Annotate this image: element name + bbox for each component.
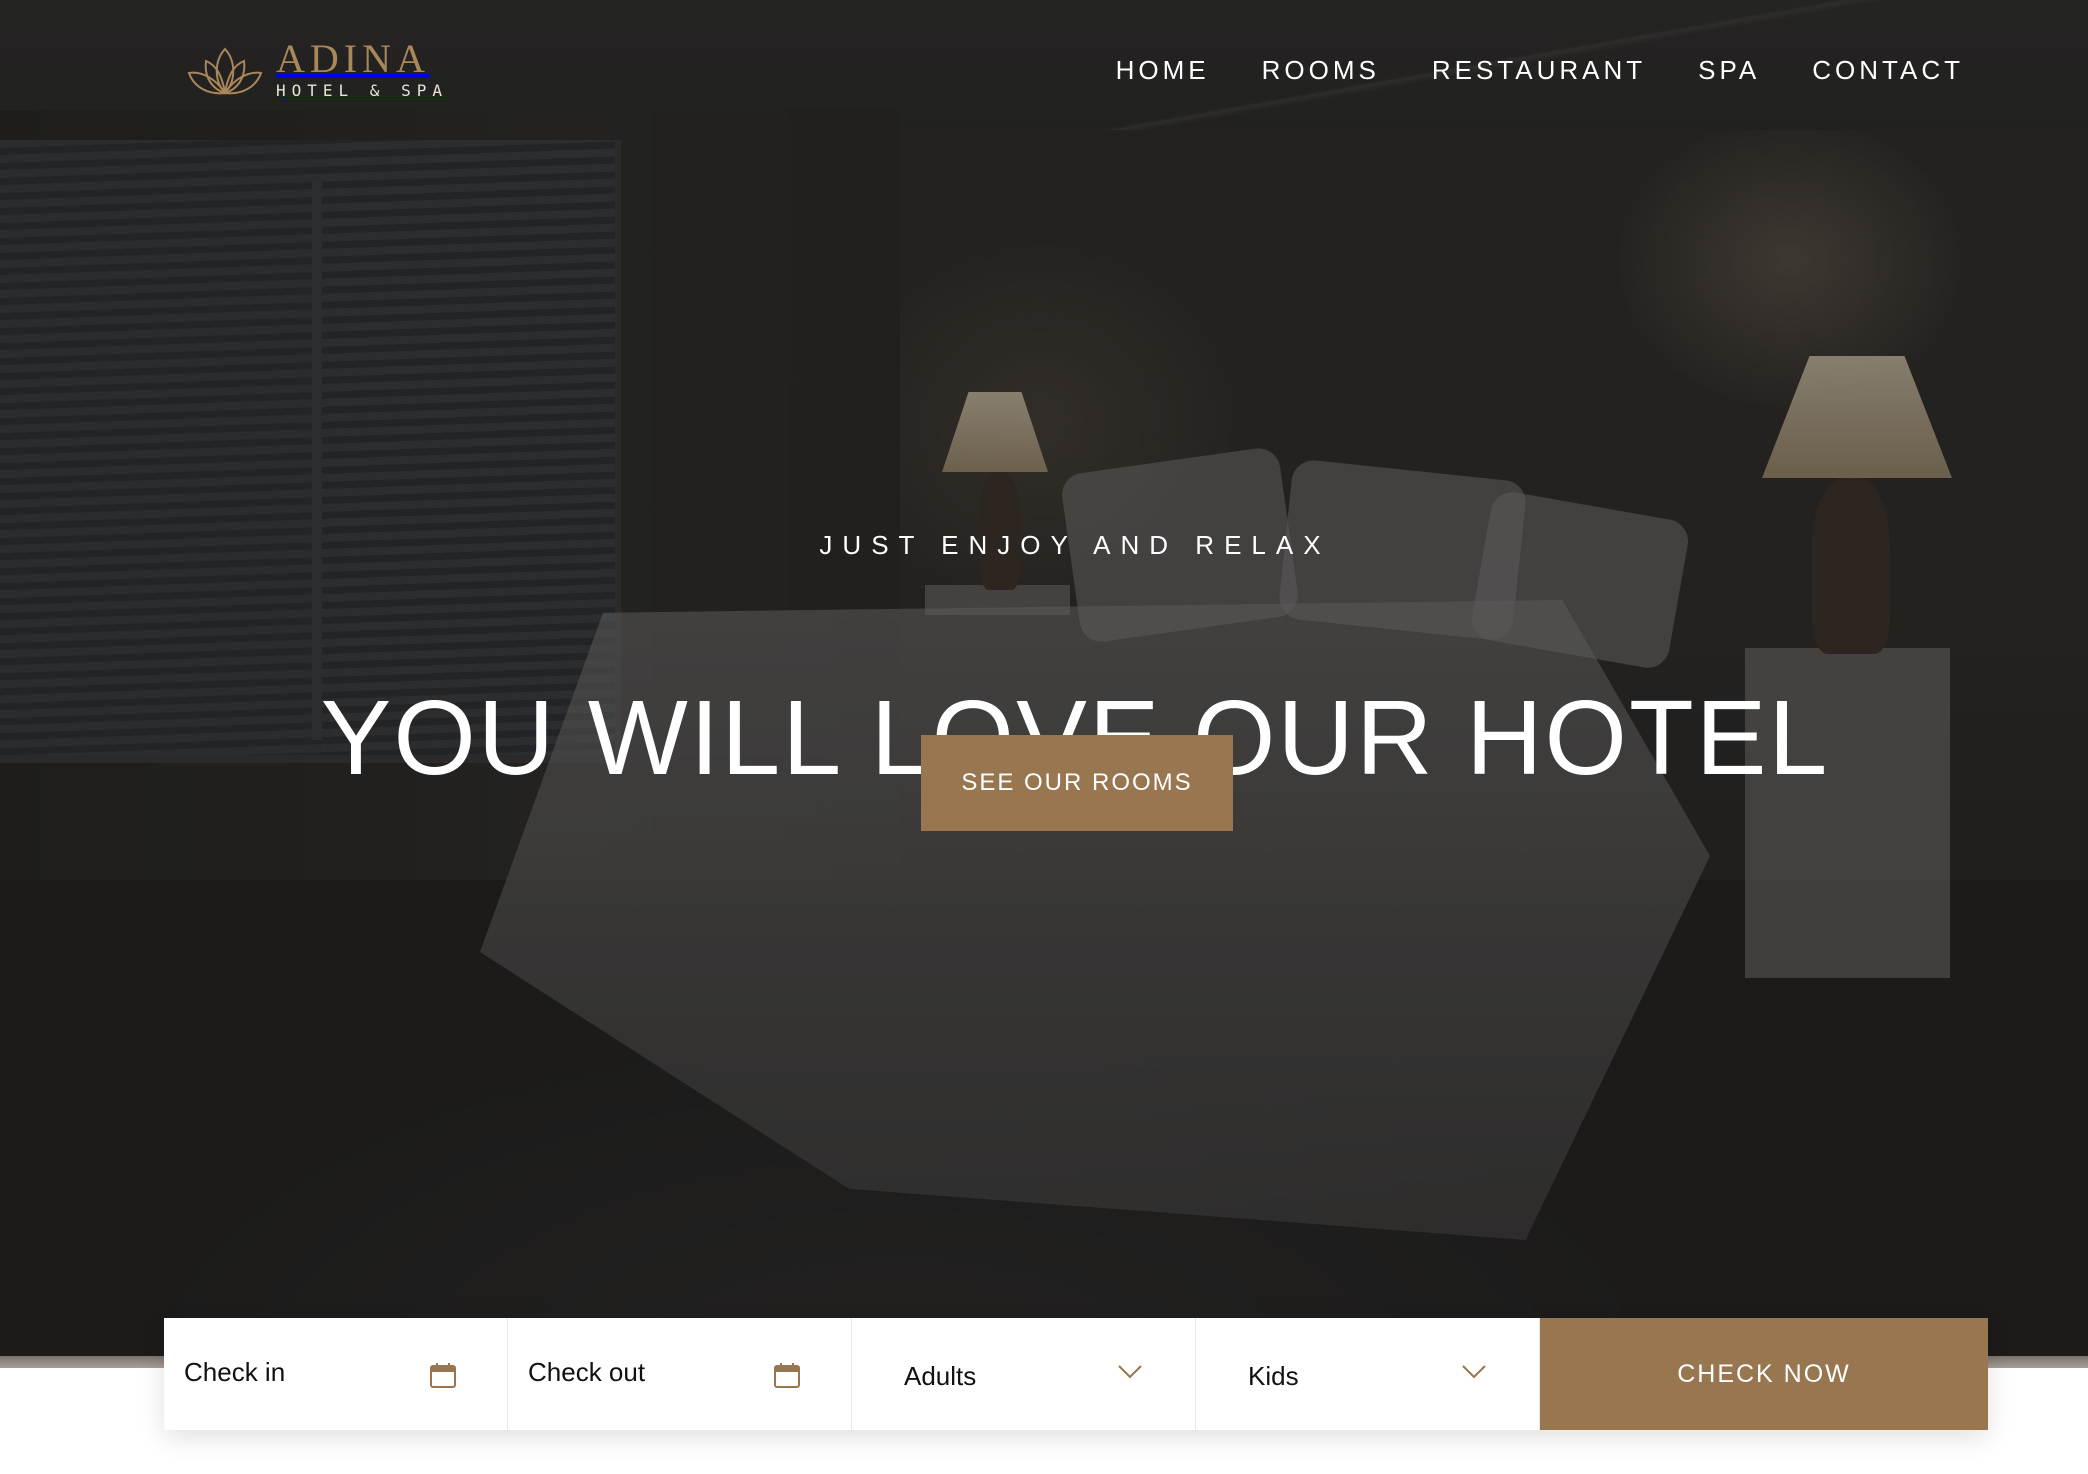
brand-name: ADINA — [276, 36, 430, 81]
nav-item-home[interactable]: HOME — [1116, 52, 1210, 88]
calendar-icon — [430, 1363, 456, 1388]
logo-text: ADINA HOTEL & SPA — [276, 39, 448, 101]
hero-tagline: JUST ENJOY AND RELAX — [819, 530, 1331, 560]
main-nav: HOME ROOMS RESTAURANT SPA CONTACT — [1116, 52, 1964, 88]
logo[interactable]: ADINA HOTEL & SPA — [186, 39, 448, 101]
check-in-field[interactable]: Check in — [164, 1318, 508, 1430]
check-out-field[interactable]: Check out — [508, 1318, 852, 1430]
check-now-button[interactable]: CHECK NOW — [1540, 1318, 1988, 1430]
adults-label: Adults — [904, 1360, 977, 1391]
kids-label: Kids — [1248, 1360, 1299, 1391]
nav-item-contact[interactable]: CONTACT — [1812, 52, 1964, 88]
calendar-icon — [774, 1363, 800, 1388]
brand-subtitle: HOTEL & SPA — [276, 81, 448, 100]
nav-item-spa[interactable]: SPA — [1698, 52, 1760, 88]
see-our-rooms-button[interactable]: SEE OUR ROOMS — [921, 735, 1233, 831]
check-in-label: Check in — [184, 1356, 286, 1387]
chevron-down-icon — [1462, 1365, 1486, 1379]
nav-item-restaurant[interactable]: RESTAURANT — [1432, 52, 1646, 88]
nav-item-rooms[interactable]: ROOMS — [1262, 52, 1380, 88]
check-out-label: Check out — [528, 1356, 646, 1387]
adults-select[interactable]: Adults — [852, 1318, 1196, 1430]
booking-form: Check in Check out Adults Kids CHECK NOW — [164, 1318, 1988, 1430]
lotus-icon — [187, 47, 263, 95]
chevron-down-icon — [1118, 1365, 1142, 1379]
kids-select[interactable]: Kids — [1196, 1318, 1540, 1430]
